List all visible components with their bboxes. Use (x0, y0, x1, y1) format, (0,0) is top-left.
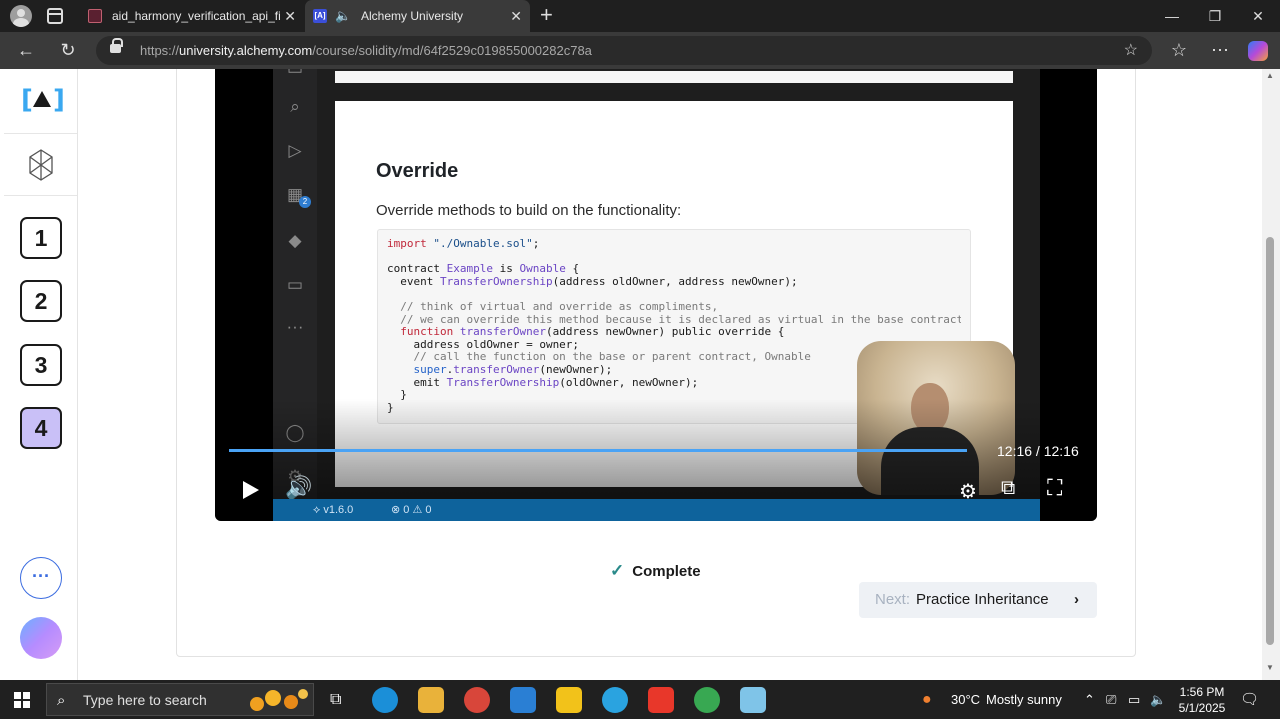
close-tab-icon[interactable]: ✕ (284, 0, 296, 32)
notes-app-icon[interactable] (740, 687, 766, 713)
slide-subtitle: Override methods to build on the functio… (376, 202, 682, 219)
search-icon: ⌕ (290, 97, 300, 116)
course-hexagon-icon[interactable] (28, 149, 54, 181)
extensions-badge: 2 (299, 196, 311, 208)
network-icon[interactable]: ⎚ (1106, 680, 1116, 719)
weather-icon[interactable]: ● (922, 680, 932, 719)
next-lesson-button[interactable]: Next: Practice Inheritance › (859, 582, 1097, 618)
play-icon[interactable] (243, 481, 259, 499)
slide-title: Override (376, 160, 459, 182)
notifications-icon[interactable]: 🗨 (1240, 680, 1259, 719)
restore-icon[interactable]: ❐ (1193, 0, 1237, 32)
lesson-1-button[interactable]: 1 (20, 217, 62, 259)
lock-icon (110, 38, 123, 53)
slide-top-strip (335, 71, 1013, 83)
version-label: ⟡ v1.6.0 (313, 504, 354, 516)
vscode-status-bar: ⟡ v1.6.0 ⊗ 0 ⚠ 0 (273, 499, 1040, 521)
player-icon[interactable] (556, 687, 582, 713)
vscode-icon[interactable] (510, 687, 536, 713)
next-lesson-title: Practice Inheritance (916, 591, 1049, 608)
course-sidebar: [ ] 1 2 3 4 ··· (4, 69, 78, 680)
new-tab-icon[interactable]: + (540, 4, 553, 26)
browser-tab-aid-harmony[interactable]: aid_harmony_verification_api_field ✕ (78, 0, 304, 32)
chrome-icon[interactable] (464, 687, 490, 713)
telegram-icon[interactable] (602, 687, 628, 713)
divider (4, 133, 77, 134)
task-view-icon[interactable]: ⧉ (330, 680, 341, 719)
search-icon: ⌕ (57, 692, 66, 709)
panel-icon: ▭ (286, 275, 304, 294)
url-text: https://university.alchemy.com/course/so… (140, 43, 592, 58)
tab-title: aid_harmony_verification_api_field (112, 9, 280, 23)
lesson-3-button[interactable]: 3 (20, 344, 62, 386)
tab-title: Alchemy University (361, 9, 464, 23)
profile-avatar-icon[interactable] (10, 5, 32, 27)
run-debug-icon: ▷ (288, 141, 302, 160)
more-options-button[interactable]: ··· (20, 557, 62, 599)
battery-icon[interactable]: ▭ (1128, 680, 1140, 719)
tab-favicon-icon (88, 9, 102, 23)
extensions-icon: ▦ 2 (283, 183, 311, 208)
copilot-icon[interactable] (1248, 41, 1268, 61)
volume-icon[interactable]: 🔊 (285, 475, 312, 501)
alchemy-favicon-icon: [A] (313, 9, 327, 23)
wps-office-icon[interactable] (648, 687, 674, 713)
windows-taskbar: ⌕ Type here to search ⧉ ● 30°C Mostly su… (0, 680, 1280, 719)
alchemy-logo[interactable]: [ ] (21, 85, 65, 115)
more-menu-icon[interactable]: ⋯ (1206, 32, 1234, 69)
video-time: 12:16 / 12:16 (997, 443, 1079, 459)
lesson-4-button[interactable]: 4 (20, 407, 62, 449)
minimize-icon[interactable]: — (1150, 0, 1194, 32)
file-explorer-icon[interactable] (418, 687, 444, 713)
browser-tab-strip: aid_harmony_verification_api_field ✕ [A]… (0, 0, 1280, 32)
more-icon: ··· (286, 317, 304, 336)
fullscreen-icon[interactable]: ⛶ (1047, 475, 1062, 501)
page-scrollbar[interactable]: ▲ ▼ (1262, 69, 1280, 680)
divider (4, 195, 77, 196)
next-prefix: Next: (875, 591, 911, 608)
picture-in-picture-icon[interactable]: ⧉ (1001, 477, 1015, 500)
chrome-profile-icon[interactable] (694, 687, 720, 713)
weather-temp[interactable]: 30°C (951, 680, 980, 719)
scroll-down-icon[interactable]: ▼ (1266, 663, 1274, 672)
chevron-right-icon: › (1074, 591, 1079, 608)
scroll-thumb[interactable] (1266, 237, 1274, 645)
explorer-icon: ▭ (283, 69, 307, 81)
speaker-icon[interactable]: 🔈 (335, 9, 351, 23)
video-progress-bar[interactable] (229, 449, 967, 452)
close-tab-icon[interactable]: ✕ (510, 0, 522, 32)
back-icon[interactable]: ← (12, 32, 40, 69)
close-window-icon[interactable]: ✕ (1236, 0, 1280, 32)
browser-tab-alchemy-university[interactable]: [A] 🔈 Alchemy University ✕ (305, 0, 530, 32)
address-bar[interactable]: https://university.alchemy.com/course/so… (96, 36, 1152, 65)
browser-toolbar: ← ↻ https://university.alchemy.com/cours… (0, 32, 1280, 69)
video-player[interactable]: ▭ ⌕ ▷ ▦2 ◆ ▭ ··· ◯ ⚙ Override Override m… (215, 69, 1097, 521)
user-avatar[interactable] (20, 617, 62, 659)
favorite-star-icon[interactable]: ☆ (1124, 36, 1138, 65)
windows-start-icon[interactable] (14, 692, 30, 708)
edge-icon[interactable] (372, 687, 398, 713)
search-placeholder: Type here to search (83, 692, 207, 708)
tab-actions-icon[interactable] (47, 8, 63, 24)
volume-tray-icon[interactable]: 🔈 (1150, 680, 1166, 719)
lesson-2-button[interactable]: 2 (20, 280, 62, 322)
complete-status[interactable]: ✓ Complete (610, 561, 701, 581)
page-viewport: [ ] 1 2 3 4 ··· ▭ ⌕ ▷ ▦2 ◆ ▭ ··· ◯ ⚙ (0, 69, 1280, 680)
system-clock[interactable]: 1:56 PM 5/1/2025 (1172, 684, 1232, 716)
show-hidden-icons-icon[interactable]: ⌃ (1084, 680, 1095, 719)
favorites-icon[interactable]: ☆ (1165, 32, 1193, 69)
flowers-decoration-icon (250, 689, 308, 711)
taskbar-search[interactable]: ⌕ Type here to search (46, 683, 314, 716)
checkmark-icon: ✓ (610, 561, 625, 580)
problems-count: ⊗ 0 ⚠ 0 (391, 504, 432, 516)
terraform-icon: ◆ (288, 231, 302, 250)
weather-desc[interactable]: Mostly sunny (986, 680, 1062, 719)
refresh-icon[interactable]: ↻ (54, 32, 82, 69)
scroll-up-icon[interactable]: ▲ (1266, 71, 1274, 80)
